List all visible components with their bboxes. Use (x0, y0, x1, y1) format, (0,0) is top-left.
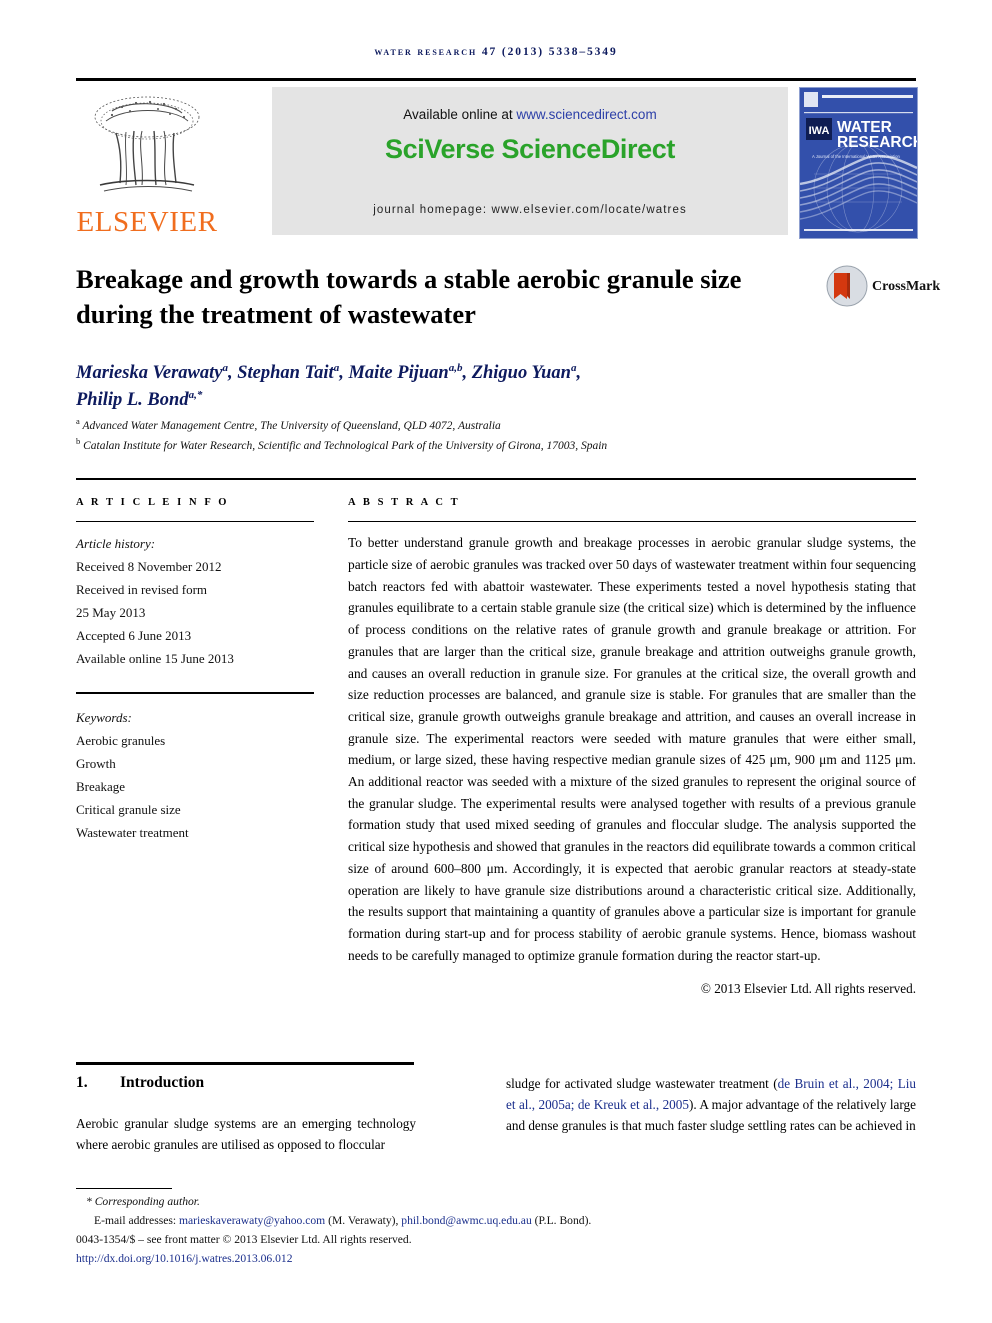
keywords-block: Keywords: Aerobic granules Growth Breaka… (76, 706, 314, 844)
author-affil-marker: a (222, 361, 228, 374)
affiliation-a-text: Advanced Water Management Centre, The Un… (82, 419, 501, 432)
keyword-item: Growth (76, 755, 116, 771)
article-info-top-rule (76, 478, 916, 480)
issn-copyright-line: 0043-1354/$ – see front matter © 2013 El… (76, 1233, 412, 1246)
section-number: 1. (76, 1074, 88, 1091)
keyword-item: Critical granule size (76, 801, 181, 817)
article-info-heading: A R T I C L E I N F O (76, 497, 230, 508)
sciverse-sciencedirect-logo: SciVerse ScienceDirect (385, 134, 675, 164)
article-info-rule (76, 521, 314, 523)
affiliation-b: b Catalan Institute for Water Research, … (76, 435, 876, 455)
introduction-left-column: Aerobic granular sludge systems are an e… (76, 1116, 416, 1152)
elsevier-logo: ELSEVIER (76, 87, 218, 237)
running-head: water research 47 (2013) 5338–5349 (374, 46, 618, 58)
footnote-block: * Corresponding author. E-mail addresses… (76, 1192, 916, 1268)
email-label: E-mail addresses: (94, 1214, 179, 1227)
introduction-heading: 1. Introduction (76, 1074, 416, 1092)
keyword-item: Aerobic granules (76, 732, 166, 748)
paper-page: water research 47 (2013) 5338–5349 ELSEV… (0, 0, 992, 1323)
history-item: Received in revised form (76, 582, 208, 598)
introduction-right-column: sludge for activated sludge wastewater t… (506, 1074, 916, 1137)
svg-text:IWA: IWA (809, 125, 830, 137)
sciencedirect-banner: Available online at www.sciencedirect.co… (272, 87, 788, 235)
author-affil-marker: a (570, 361, 577, 374)
keywords-rule (76, 692, 314, 694)
paper-title: Breakage and growth towards a stable aer… (76, 264, 742, 330)
crossmark-label: CrossMark (872, 279, 941, 294)
elsevier-wordmark: ELSEVIER (76, 206, 218, 238)
abstract-heading: A B S T R A C T (348, 497, 461, 508)
history-item: 25 May 2013 (76, 605, 146, 621)
keyword-item: Wastewater treatment (76, 824, 189, 840)
email2-owner: (P.L. Bond). (531, 1214, 592, 1227)
affil-marker-b: b (76, 436, 81, 447)
corresponding-author-note: * Corresponding author. (86, 1195, 200, 1208)
abstract-copyright: © 2013 Elsevier Ltd. All rights reserved… (700, 981, 916, 997)
crossmark-badge[interactable]: CrossMark (826, 265, 940, 313)
abstract-rule (348, 521, 916, 523)
affiliations: a Advanced Water Management Centre, The … (76, 415, 876, 456)
email-link-bond[interactable]: phil.bond@awmc.uq.edu.au (401, 1214, 531, 1227)
journal-homepage-line[interactable]: journal homepage: www.elsevier.com/locat… (272, 204, 788, 216)
footnote-rule (76, 1188, 172, 1190)
article-info-column: A R T I C L E I N F O Article history: R… (76, 497, 314, 844)
available-online-text: Available online at (403, 107, 517, 122)
keywords-label: Keywords: (76, 709, 132, 725)
history-item: Accepted 6 June 2013 (76, 628, 192, 644)
author-list: Marieska Verawatya, Stephan Taita, Maite… (76, 361, 582, 410)
elsevier-tree-icon (94, 96, 200, 192)
affiliation-a: a Advanced Water Management Centre, The … (76, 415, 876, 435)
abstract-column: A B S T R A C T To better understand gra… (348, 497, 916, 997)
article-history-block: Article history: Received 8 November 201… (76, 532, 314, 670)
abstract-text: To better understand granule growth and … (348, 535, 916, 963)
available-online-line: Available online at www.sciencedirect.co… (272, 107, 788, 122)
masthead-top-rule (76, 78, 916, 81)
doi-link[interactable]: http://dx.doi.org/10.1016/j.watres.2013.… (76, 1249, 916, 1268)
affiliation-b-text: Catalan Institute for Water Research, Sc… (83, 440, 608, 453)
journal-masthead: ELSEVIER Available online at www.science… (76, 78, 918, 239)
keyword-item: Breakage (76, 778, 126, 794)
affil-marker-a: a (76, 416, 80, 426)
history-item: Available online 15 June 2013 (76, 651, 234, 667)
introduction-top-rule (76, 1062, 414, 1065)
email1-owner: (M. Verawaty), (325, 1214, 402, 1227)
history-item: Received 8 November 2012 (76, 559, 222, 575)
journal-cover-image: IWA WATER RESEARCH A Journal of the Inte… (799, 87, 918, 239)
crossmark-icon (826, 265, 868, 307)
sciencedirect-url[interactable]: www.sciencedirect.com (516, 107, 656, 122)
water-research-cover-art: IWA WATER RESEARCH A Journal of the Inte… (800, 88, 917, 238)
email-link-verawaty[interactable]: marieskaverawaty@yahoo.com (179, 1214, 325, 1227)
email-addresses-line: E-mail addresses: marieskaverawaty@yahoo… (76, 1211, 916, 1230)
author-affil-marker: a,* (188, 388, 203, 401)
intro-right-pre: sludge for activated sludge wastewater t… (506, 1076, 778, 1091)
author-affil-marker: a (333, 361, 340, 374)
author-affil-marker: a,b (448, 361, 463, 374)
section-title: Introduction (120, 1074, 205, 1091)
article-history-label: Article history: (76, 536, 156, 552)
svg-text:RESEARCH: RESEARCH (837, 134, 917, 151)
